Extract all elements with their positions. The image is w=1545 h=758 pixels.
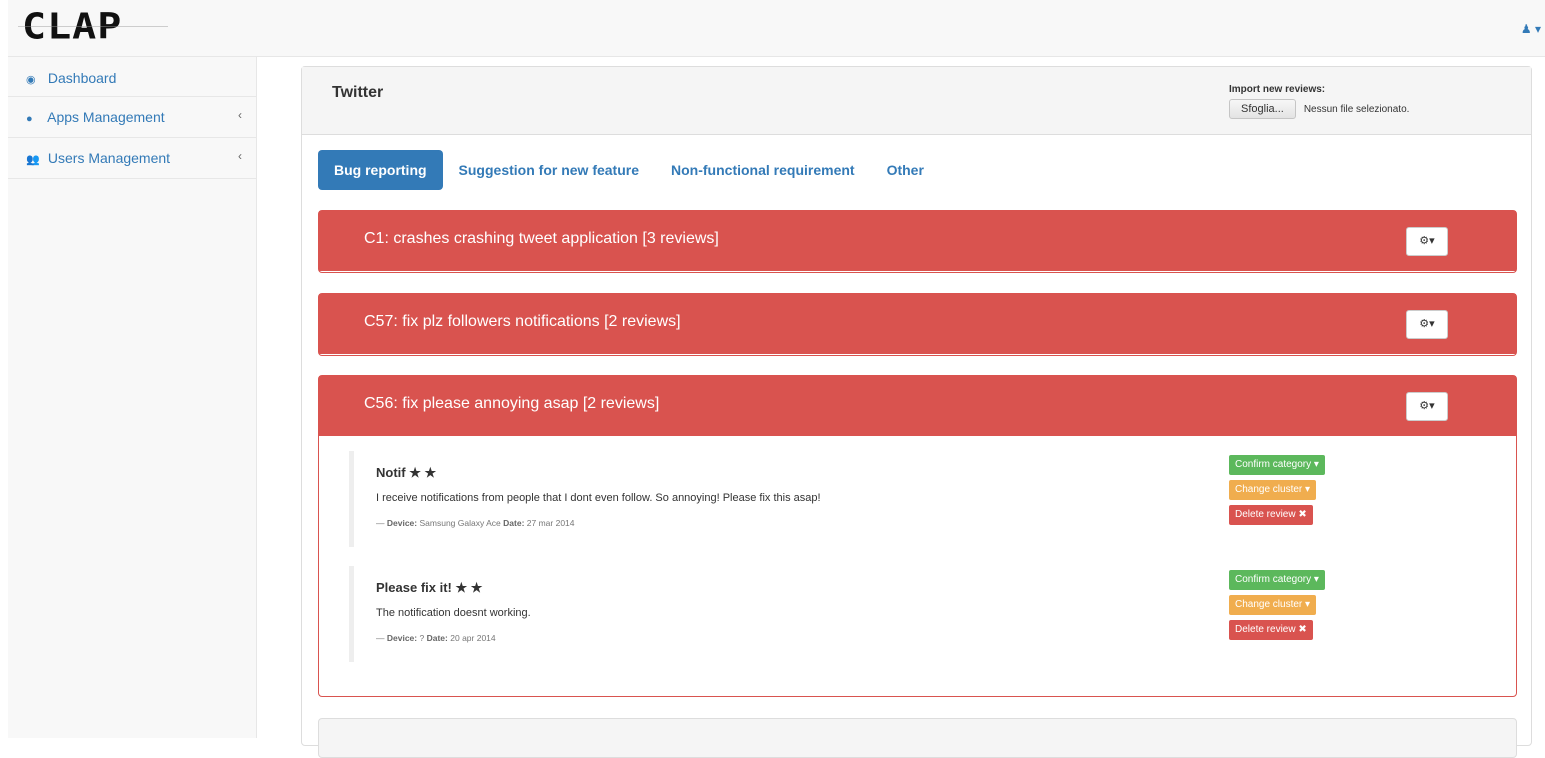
chevron-left-icon: ‹ <box>238 149 242 163</box>
review-title: Please fix it! ★ ★ <box>376 580 482 596</box>
review-actions: Confirm category ▾ Change cluster ▾ Dele… <box>1229 570 1325 645</box>
button-label: Change cluster <box>1235 484 1303 495</box>
review-meta: — Device: Samsung Galaxy Ace Date: 27 ma… <box>376 518 575 528</box>
users-icon: 👥 <box>26 154 40 166</box>
date-value: 27 mar 2014 <box>526 518 575 528</box>
top-navbar: CLAP ♟ ▾ <box>8 0 1545 57</box>
delete-review-button[interactable]: Delete review ✖ <box>1229 505 1313 525</box>
sidebar: ◉ Dashboard ● Apps Management ‹ 👥 Users … <box>8 57 257 738</box>
device-value: ? <box>419 633 425 643</box>
user-menu-toggle[interactable]: ♟ ▾ <box>1521 22 1541 36</box>
sidebar-item-label: Apps Management <box>47 109 165 125</box>
button-label: Delete review <box>1235 624 1296 635</box>
cluster-options-button[interactable]: ⚙▾ <box>1406 392 1448 421</box>
device-value: Samsung Galaxy Ace <box>419 518 501 528</box>
tab-other[interactable]: Other <box>871 150 940 190</box>
sidebar-item-users-management[interactable]: 👥 Users Management ‹ <box>8 138 256 179</box>
import-reviews: Import new reviews: Sfoglia... Nessun fi… <box>1229 84 1409 119</box>
cluster-options-button[interactable]: ⚙▾ <box>1406 227 1448 256</box>
browse-button[interactable]: Sfoglia... <box>1229 99 1296 119</box>
change-cluster-button[interactable]: Change cluster ▾ <box>1229 595 1317 615</box>
dashboard-icon: ◉ <box>26 74 36 86</box>
delete-review-button[interactable]: Delete review ✖ <box>1229 620 1313 640</box>
caret-down-icon: ▾ <box>1313 574 1319 585</box>
confirm-category-button[interactable]: Confirm category ▾ <box>1229 570 1325 590</box>
cluster-c1: C1: crashes crashing tweet application [… <box>318 210 1517 273</box>
caret-down-icon: ▾ <box>1313 459 1319 470</box>
button-label: Change cluster <box>1235 599 1303 610</box>
cluster-title: C56: fix please annoying asap [2 reviews… <box>364 395 660 412</box>
app-logo[interactable]: CLAP <box>17 6 169 48</box>
app-panel: Twitter Import new reviews: Sfoglia... N… <box>301 66 1532 758</box>
date-label: Date: <box>503 518 525 528</box>
caret-down-icon: ▾ <box>1534 22 1541 36</box>
star-rating: ★ ★ <box>409 465 437 480</box>
close-icon: ✖ <box>1298 509 1307 520</box>
cluster-c57: C57: fix plz followers notifications [2 … <box>318 293 1517 356</box>
review-title: Notif ★ ★ <box>376 465 436 481</box>
chevron-left-icon: ‹ <box>238 108 242 122</box>
close-icon: ✖ <box>1298 624 1307 635</box>
review-item: Please fix it! ★ ★ The notification does… <box>349 566 1499 662</box>
date-value: 20 apr 2014 <box>450 633 496 643</box>
review-meta: — Device: ? Date: 20 apr 2014 <box>376 633 496 643</box>
button-label: Confirm category <box>1235 574 1312 585</box>
panel-header: Twitter Import new reviews: Sfoglia... N… <box>302 67 1531 135</box>
gear-icon: ⚙▾ <box>1419 400 1435 412</box>
device-label: Device: <box>386 518 418 528</box>
sidebar-item-dashboard[interactable]: ◉ Dashboard <box>8 57 256 97</box>
review-actions: Confirm category ▾ Change cluster ▾ Dele… <box>1229 455 1325 530</box>
cluster-title: C57: fix plz followers notifications [2 … <box>364 313 681 330</box>
date-label: Date: <box>426 633 448 643</box>
user-icon: ♟ <box>1520 22 1532 36</box>
button-label: Confirm category <box>1235 459 1312 470</box>
cluster-header[interactable]: C57: fix plz followers notifications [2 … <box>319 294 1516 354</box>
caret-down-icon: ▾ <box>1305 599 1311 610</box>
cluster-options-button[interactable]: ⚙▾ <box>1406 310 1448 339</box>
cluster-next-collapsed[interactable] <box>318 718 1517 758</box>
main-content: Twitter Import new reviews: Sfoglia... N… <box>257 57 1545 758</box>
tab-non-functional[interactable]: Non-functional requirement <box>655 150 871 190</box>
cluster-header[interactable]: C1: crashes crashing tweet application [… <box>319 211 1516 271</box>
tab-suggestion-feature[interactable]: Suggestion for new feature <box>443 150 655 190</box>
review-title-text: Notif <box>376 465 406 480</box>
confirm-category-button[interactable]: Confirm category ▾ <box>1229 455 1325 475</box>
file-status: Nessun file selezionato. <box>1303 103 1410 115</box>
panel-title: Twitter <box>332 84 384 101</box>
caret-down-icon: ▾ <box>1305 484 1311 495</box>
sidebar-item-apps-management[interactable]: ● Apps Management ‹ <box>8 97 256 138</box>
review-text: The notification doesnt working. <box>376 607 531 619</box>
sidebar-item-label: Users Management <box>47 150 171 166</box>
star-rating: ★ ★ <box>455 580 483 595</box>
android-icon: ● <box>26 113 33 125</box>
sidebar-item-label: Dashboard <box>47 70 117 86</box>
category-tabs: Bug reporting Suggestion for new feature… <box>318 150 940 190</box>
cluster-title: C1: crashes crashing tweet application [… <box>364 230 719 247</box>
tab-bug-reporting[interactable]: Bug reporting <box>318 150 443 190</box>
review-text: I receive notifications from people that… <box>376 492 821 504</box>
review-title-text: Please fix it! <box>376 580 452 595</box>
cluster-c56: C56: fix please annoying asap [2 reviews… <box>318 375 1517 697</box>
change-cluster-button[interactable]: Change cluster ▾ <box>1229 480 1317 500</box>
button-label: Delete review <box>1235 509 1296 520</box>
import-label: Import new reviews: <box>1229 84 1326 95</box>
gear-icon: ⚙▾ <box>1419 318 1435 330</box>
review-item: Notif ★ ★ I receive notifications from p… <box>349 451 1499 547</box>
device-label: Device: <box>386 633 418 643</box>
cluster-header[interactable]: C56: fix please annoying asap [2 reviews… <box>319 376 1516 436</box>
gear-icon: ⚙▾ <box>1419 235 1435 247</box>
file-input[interactable]: Sfoglia... Nessun file selezionato. <box>1229 99 1409 119</box>
